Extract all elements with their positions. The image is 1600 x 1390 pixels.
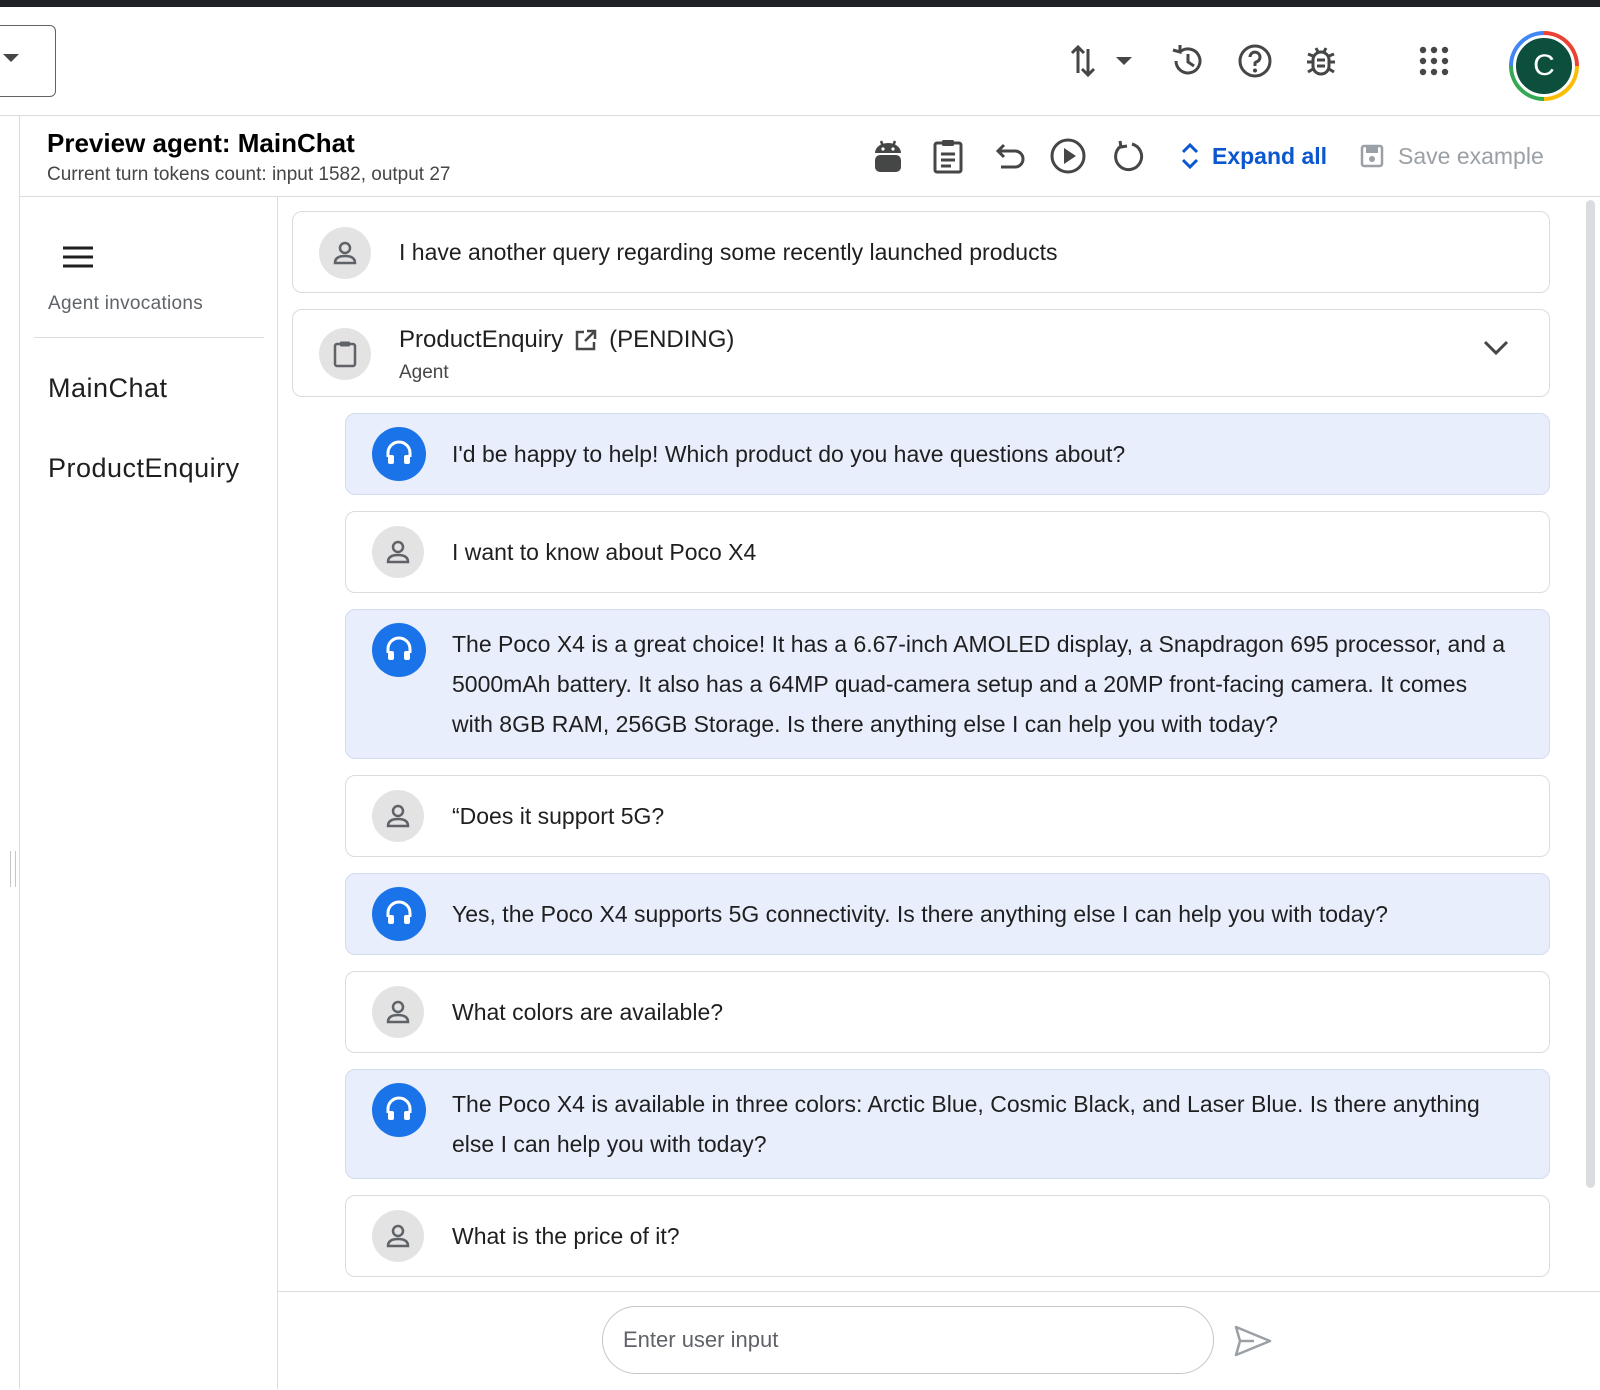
user-avatar-icon <box>372 526 424 578</box>
agent-type-label: Agent <box>399 362 449 383</box>
user-message: What colors are available? <box>345 971 1550 1053</box>
user-message: I have another query regarding some rece… <box>292 211 1550 293</box>
agent-message: Yes, the Poco X4 supports 5G connectivit… <box>345 873 1550 955</box>
message-text: I'd be happy to help! Which product do y… <box>452 441 1126 467</box>
help-icon[interactable] <box>1233 39 1277 83</box>
input-footer <box>278 1291 1600 1390</box>
message-text: I have another query regarding some rece… <box>399 239 1058 265</box>
agent-name-row: ProductEnquiry (PENDING) <box>399 326 734 354</box>
agent-message: The Poco X4 is a great choice! It has a … <box>345 609 1550 759</box>
message-text: Yes, the Poco X4 supports 5G connectivit… <box>452 901 1388 927</box>
resize-handle[interactable] <box>10 851 16 887</box>
caret-down-icon <box>3 54 19 62</box>
save-example-button[interactable]: Save example <box>1360 135 1544 177</box>
agent-invocation-block[interactable]: ProductEnquiry (PENDING) Agent <box>292 309 1550 397</box>
user-message: What is the price of it? <box>345 1195 1550 1277</box>
apps-grid-icon[interactable] <box>1412 39 1456 83</box>
message-text: What colors are available? <box>452 999 724 1025</box>
agent-message: The Poco X4 is available in three colors… <box>345 1069 1550 1179</box>
message-text: “Does it support 5G? <box>452 803 665 829</box>
history-icon[interactable] <box>1166 39 1210 83</box>
message-text: The Poco X4 is a great choice! It has a … <box>452 631 1506 737</box>
expand-all-button[interactable]: Expand all <box>1180 135 1327 177</box>
agent-message: I'd be happy to help! Which product do y… <box>345 413 1550 495</box>
account-avatar[interactable]: C <box>1509 31 1579 101</box>
headset-icon <box>372 623 426 677</box>
menu-icon[interactable] <box>62 245 94 274</box>
headset-icon <box>372 887 426 941</box>
preview-header: Preview agent: MainChat Current turn tok… <box>20 116 1600 197</box>
clipboard-icon[interactable] <box>926 134 970 178</box>
top-bar: C <box>0 7 1600 116</box>
sidebar-item-mainchat[interactable]: MainChat <box>48 373 168 404</box>
unfold-more-icon <box>1181 142 1199 170</box>
sort-arrows-icon[interactable] <box>1062 39 1106 83</box>
chat-scrollbar[interactable] <box>1586 200 1595 1188</box>
user-input-field[interactable] <box>602 1306 1214 1374</box>
send-icon <box>1234 1325 1272 1357</box>
agent-status: (PENDING) <box>609 326 735 353</box>
undo-icon[interactable] <box>986 134 1030 178</box>
chevron-down-icon[interactable] <box>1483 340 1509 356</box>
sidebar-caption: Agent invocations <box>48 293 204 314</box>
user-avatar-icon <box>319 227 371 279</box>
play-icon[interactable] <box>1046 134 1090 178</box>
reset-icon[interactable] <box>1106 134 1150 178</box>
left-rail <box>0 116 20 1389</box>
message-text: The Poco X4 is available in three colors… <box>452 1091 1480 1157</box>
save-example-label: Save example <box>1398 142 1544 169</box>
top-strip <box>0 0 1600 7</box>
user-avatar-icon <box>372 1210 424 1262</box>
open-in-new-icon[interactable] <box>575 329 597 351</box>
headset-icon <box>372 427 426 481</box>
user-message: I want to know about Poco X4 <box>345 511 1550 593</box>
message-text: What is the price of it? <box>452 1223 680 1249</box>
user-message: “Does it support 5G? <box>345 775 1550 857</box>
bug-icon[interactable] <box>1299 39 1343 83</box>
expand-all-label: Expand all <box>1212 142 1328 169</box>
agent-name[interactable]: ProductEnquiry <box>399 326 563 354</box>
headset-icon <box>372 1083 426 1137</box>
page-title: Preview agent: MainChat <box>47 128 355 158</box>
send-button[interactable] <box>1228 1318 1278 1364</box>
token-count-text: Current turn tokens count: input 1582, o… <box>47 164 451 185</box>
clipboard-icon <box>319 328 371 380</box>
android-icon[interactable] <box>866 134 910 178</box>
user-avatar-icon <box>372 986 424 1038</box>
sidebar-item-productenquiry[interactable]: ProductEnquiry <box>48 453 240 484</box>
agent-invocations-sidebar: Agent invocations MainChat ProductEnquir… <box>20 197 278 1389</box>
save-icon <box>1360 144 1384 168</box>
user-avatar-icon <box>372 790 424 842</box>
message-text: I want to know about Poco X4 <box>452 539 757 565</box>
conversation-panel: I have another query regarding some rece… <box>278 197 1582 1290</box>
sidebar-divider <box>34 337 264 338</box>
avatar-letter: C <box>1513 35 1575 97</box>
project-dropdown[interactable] <box>0 25 56 97</box>
caret-down-icon[interactable] <box>1102 39 1146 83</box>
